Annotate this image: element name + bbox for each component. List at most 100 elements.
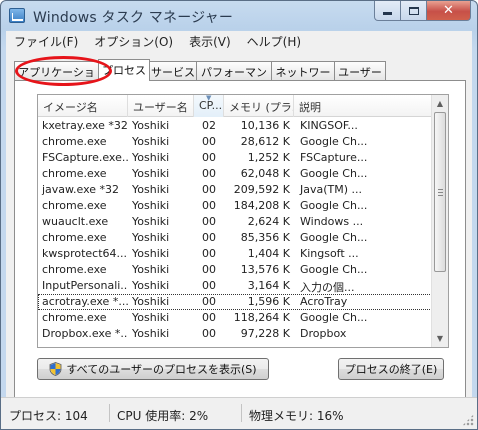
memory-cell: 10,136 K <box>240 119 290 132</box>
description-cell: KINGSOF... <box>300 119 358 132</box>
cpu-cell: 00 <box>202 135 216 148</box>
user-name-cell: Yoshiki <box>132 135 170 148</box>
memory-cell: 118,264 K <box>233 311 290 324</box>
process-name-cell: javaw.exe *32 <box>42 183 120 196</box>
processes-panel: イメージ名 ユーザー名 ▼CP... メモリ (プラ... 説明 kxetray… <box>14 80 466 417</box>
process-rows: kxetray.exe *32 Yoshiki 02 10,136 K KINGSOF.… <box>38 118 432 342</box>
cpu-cell: 00 <box>202 231 216 244</box>
cpu-cell: 00 <box>202 327 216 340</box>
tab-processes[interactable]: プロセス <box>98 59 150 81</box>
process-name-cell: InputPersonali... <box>42 279 128 292</box>
status-cpu-usage: CPU 使用率: 2% <box>117 409 209 423</box>
process-name-cell: chrome.exe <box>42 167 107 180</box>
menu-help[interactable]: ヘルプ(H) <box>239 31 309 51</box>
table-row[interactable]: Dropbox.exe *... Yoshiki 00 97,228 K Dropbox <box>38 326 432 342</box>
maximize-button[interactable] <box>401 1 427 21</box>
process-name-cell: acrotray.exe *... <box>42 295 128 308</box>
cpu-cell: 00 <box>202 199 216 212</box>
tab-performance[interactable]: パフォーマンス <box>196 61 272 95</box>
tab-services[interactable]: サービス <box>149 61 197 80</box>
resize-grip-icon[interactable] <box>462 414 474 426</box>
table-row[interactable]: chrome.exe Yoshiki 00 13,576 K Google Ch... <box>38 262 432 278</box>
menu-file[interactable]: ファイル(F) <box>6 31 86 51</box>
cpu-cell: 00 <box>202 279 216 292</box>
tab-applications[interactable]: アプリケーション <box>14 61 99 95</box>
scroll-up-icon: ▲ <box>436 99 444 108</box>
user-name-cell: Yoshiki <box>132 231 170 244</box>
scroll-down-button[interactable]: ▼ <box>432 330 448 347</box>
description-cell: Google Ch... <box>300 167 368 180</box>
column-cpu[interactable]: ▼ CP... <box>194 95 224 117</box>
memory-cell: 28,612 K <box>240 135 290 148</box>
tab-networking[interactable]: ネットワーク <box>271 61 335 95</box>
memory-cell: 1,596 K <box>247 295 290 308</box>
menu-view[interactable]: 表示(V) <box>181 31 239 51</box>
table-row[interactable]: acrotray.exe *... Yoshiki 00 1,596 K AcroTra… <box>38 294 432 310</box>
description-cell: Google Ch... <box>300 199 368 212</box>
process-name-cell: kxetray.exe *32 <box>42 119 128 132</box>
process-name-cell: chrome.exe <box>42 135 107 148</box>
cpu-cell: 00 <box>202 295 216 308</box>
menu-options[interactable]: オプション(O) <box>86 31 181 51</box>
uac-shield-icon <box>49 362 62 376</box>
cpu-cell: 00 <box>202 311 216 324</box>
table-row[interactable]: chrome.exe Yoshiki 00 184,208 K Google Ch... <box>38 198 432 214</box>
user-name-cell: Yoshiki <box>132 183 170 196</box>
user-name-cell: Yoshiki <box>132 247 170 260</box>
description-cell: FSCapture... <box>300 151 368 164</box>
table-row[interactable]: InputPersonali... Yoshiki 00 3,164 K 入力の個... <box>38 278 432 294</box>
column-image-name[interactable]: イメージ名 <box>38 95 128 117</box>
tab-users[interactable]: ユーザー <box>334 61 386 80</box>
menu-bar: ファイル(F) オプション(O) 表示(V) ヘルプ(H) <box>6 31 472 51</box>
column-description[interactable]: 説明 <box>294 95 432 117</box>
memory-cell: 2,624 K <box>247 215 290 228</box>
end-process-button[interactable]: プロセスの終了(E) <box>338 358 444 380</box>
close-button[interactable]: ✕ <box>427 1 471 21</box>
scroll-up-button[interactable]: ▲ <box>432 95 448 112</box>
description-cell: Windows ... <box>300 215 364 228</box>
status-bar: プロセス: 104 CPU 使用率: 2% 物理メモリ: 16% <box>1 397 477 429</box>
show-all-users-label: すべてのユーザーのプロセスを表示(S) <box>66 363 257 376</box>
user-name-cell: Yoshiki <box>132 215 170 228</box>
memory-cell: 184,208 K <box>233 199 290 212</box>
table-row[interactable]: FSCapture.exe... Yoshiki 00 1,252 K FSCaptur… <box>38 150 432 166</box>
column-memory[interactable]: メモリ (プラ... <box>224 95 294 117</box>
table-row[interactable]: chrome.exe Yoshiki 00 62,048 K Google Ch... <box>38 166 432 182</box>
status-separator <box>241 404 242 422</box>
vertical-scrollbar[interactable]: ▲ ▼ <box>431 95 448 347</box>
minimize-button[interactable] <box>374 1 401 21</box>
list-header: イメージ名 ユーザー名 ▼CP... メモリ (プラ... 説明 <box>38 95 432 117</box>
user-name-cell: Yoshiki <box>132 119 170 132</box>
table-row[interactable]: wuauclt.exe Yoshiki 00 2,624 K Windows ... <box>38 214 432 230</box>
memory-cell: 209,592 K <box>233 183 290 196</box>
table-row[interactable]: chrome.exe Yoshiki 00 28,612 K Google Ch... <box>38 134 432 150</box>
memory-cell: 62,048 K <box>240 167 290 180</box>
task-manager-icon <box>9 8 25 23</box>
maximize-icon <box>408 6 419 15</box>
user-name-cell: Yoshiki <box>132 327 170 340</box>
process-list[interactable]: イメージ名 ユーザー名 ▼CP... メモリ (プラ... 説明 kxetray… <box>37 94 449 348</box>
table-row[interactable]: kwsprotect64.... Yoshiki 00 1,404 K Kingsoft… <box>38 246 432 262</box>
table-row[interactable]: javaw.exe *32 Yoshiki 00 209,592 K Java(TM) … <box>38 182 432 198</box>
close-icon: ✕ <box>443 3 454 18</box>
scroll-thumb[interactable] <box>434 112 446 272</box>
user-name-cell: Yoshiki <box>132 167 170 180</box>
description-cell: Google Ch... <box>300 311 368 324</box>
show-all-users-button[interactable]: すべてのユーザーのプロセスを表示(S) <box>37 358 269 380</box>
status-process-count: プロセス: 104 <box>9 409 88 423</box>
cpu-cell: 00 <box>202 215 216 228</box>
memory-cell: 1,404 K <box>247 247 290 260</box>
cpu-cell: 00 <box>202 247 216 260</box>
title-bar[interactable]: Windows タスク マネージャー ✕ <box>1 1 477 31</box>
description-cell: Google Ch... <box>300 135 368 148</box>
table-row[interactable]: chrome.exe Yoshiki 00 118,264 K Google Ch... <box>38 310 432 326</box>
table-row[interactable]: chrome.exe Yoshiki 00 85,356 K Google Ch... <box>38 230 432 246</box>
process-name-cell: chrome.exe <box>42 311 107 324</box>
process-name-cell: chrome.exe <box>42 231 107 244</box>
table-row[interactable]: kxetray.exe *32 Yoshiki 02 10,136 K KINGSOF.… <box>38 118 432 134</box>
status-separator <box>109 404 110 422</box>
grip-icon <box>438 189 443 196</box>
description-cell: 入力の個... <box>300 281 355 294</box>
column-user-name[interactable]: ユーザー名 <box>128 95 194 117</box>
scroll-down-icon: ▼ <box>436 334 444 343</box>
